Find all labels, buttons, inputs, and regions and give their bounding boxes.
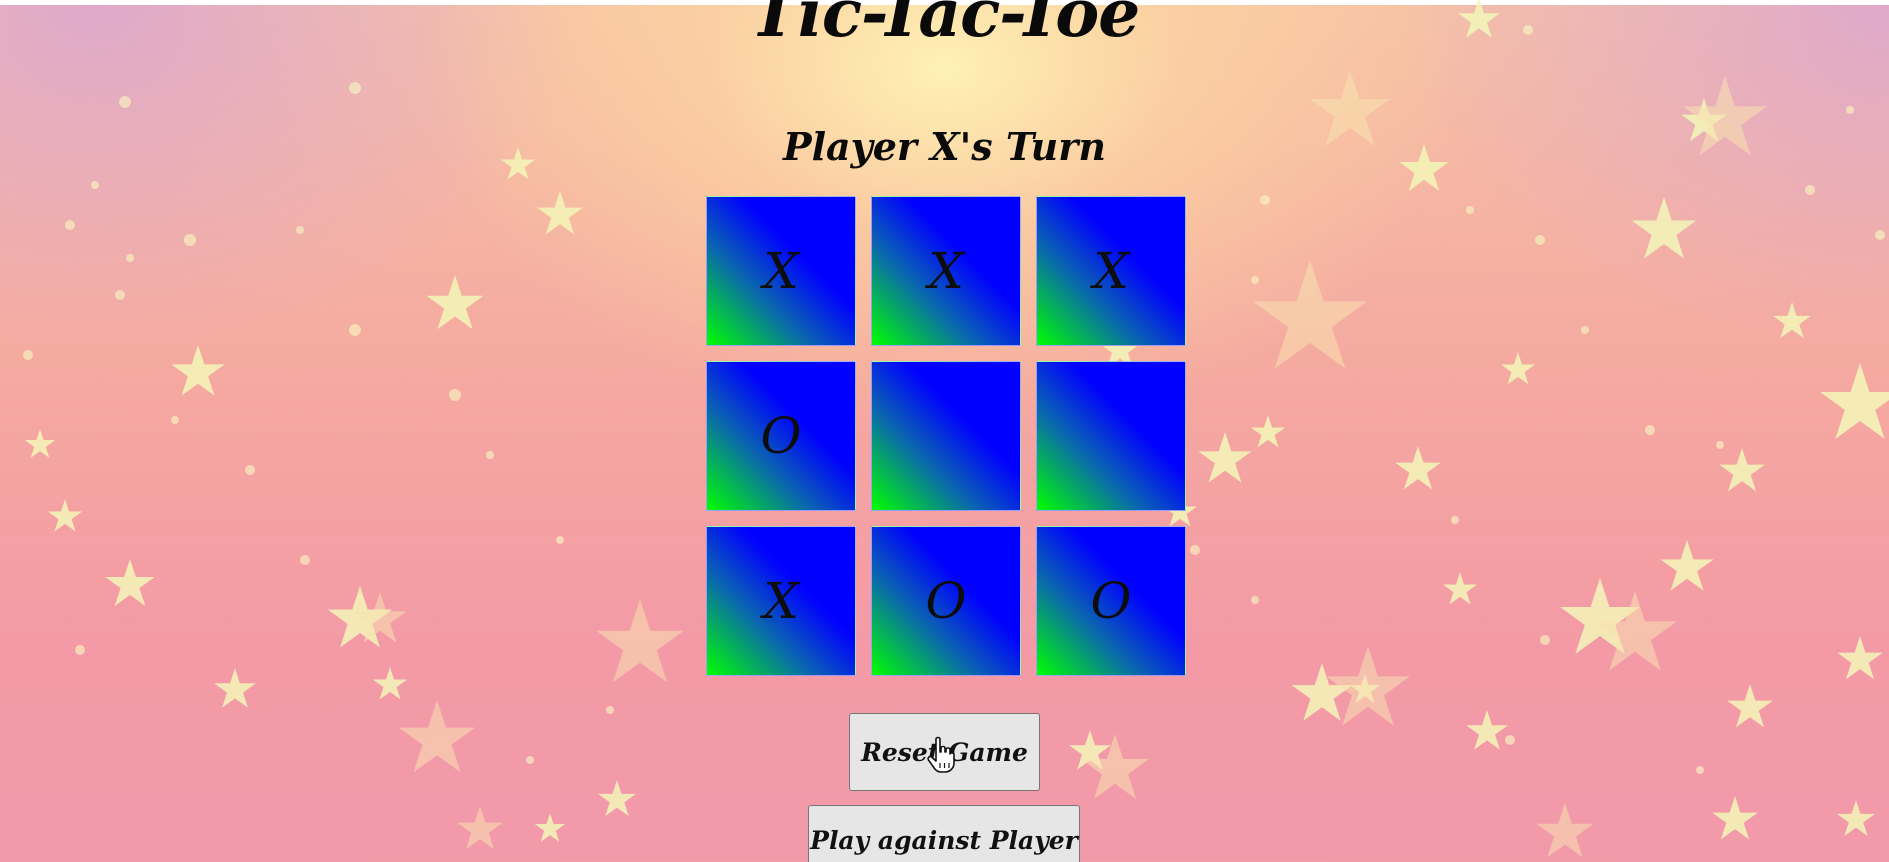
star-icon	[1719, 448, 1765, 492]
star-icon	[1712, 796, 1758, 840]
star-icon	[372, 667, 408, 700]
star-icon	[24, 429, 56, 458]
star-icon	[597, 780, 637, 817]
hand-pointer-icon	[927, 736, 955, 773]
star-icon	[1442, 572, 1478, 605]
star-icon	[1560, 578, 1640, 654]
star-icon	[1837, 636, 1883, 680]
board-cell[interactable]: X	[706, 526, 856, 676]
star-icon	[596, 599, 684, 683]
game-board: X X X O X O O	[706, 196, 1186, 676]
star-icon	[1326, 646, 1410, 726]
star-icon	[105, 559, 155, 607]
star-icon	[1291, 663, 1353, 721]
star-icon	[1660, 540, 1714, 591]
board-cell[interactable]	[1036, 361, 1186, 511]
board-cell[interactable]: O	[871, 526, 1021, 676]
star-icon	[1198, 432, 1252, 483]
star-icon	[1349, 674, 1381, 703]
board-cell[interactable]: O	[1036, 526, 1186, 676]
board-cell[interactable]: X	[1036, 196, 1186, 346]
star-icon	[1252, 260, 1368, 369]
star-icon	[1069, 730, 1111, 770]
star-icon	[426, 275, 484, 330]
turn-status: Player X's Turn	[783, 124, 1106, 169]
play-against-player-button[interactable]: Play against Player	[808, 805, 1080, 862]
star-icon	[47, 499, 83, 532]
star-icon	[398, 700, 476, 773]
page-title: Tic-Tac-Toe	[749, 0, 1141, 52]
star-icon	[457, 806, 503, 850]
star-icon	[1593, 591, 1677, 671]
star-icon	[353, 592, 407, 643]
star-icon	[1250, 415, 1286, 448]
board-cell[interactable]: O	[706, 361, 856, 511]
star-icon	[327, 586, 393, 648]
board-cell[interactable]: X	[706, 196, 856, 346]
star-icon	[1500, 352, 1536, 385]
star-icon	[1772, 302, 1812, 339]
star-icon	[1395, 446, 1441, 490]
star-icon	[1727, 684, 1773, 728]
star-icon	[1536, 803, 1594, 858]
star-icon	[214, 668, 256, 708]
star-icon	[1820, 363, 1889, 439]
star-icon	[1631, 197, 1697, 259]
star-icon	[1466, 710, 1508, 750]
board-cell[interactable]	[871, 361, 1021, 511]
star-icon	[1836, 800, 1876, 837]
star-icon	[534, 813, 566, 842]
star-icon	[537, 191, 583, 235]
star-icon	[1080, 734, 1150, 800]
star-icon	[171, 345, 225, 396]
board-cell[interactable]: X	[871, 196, 1021, 346]
